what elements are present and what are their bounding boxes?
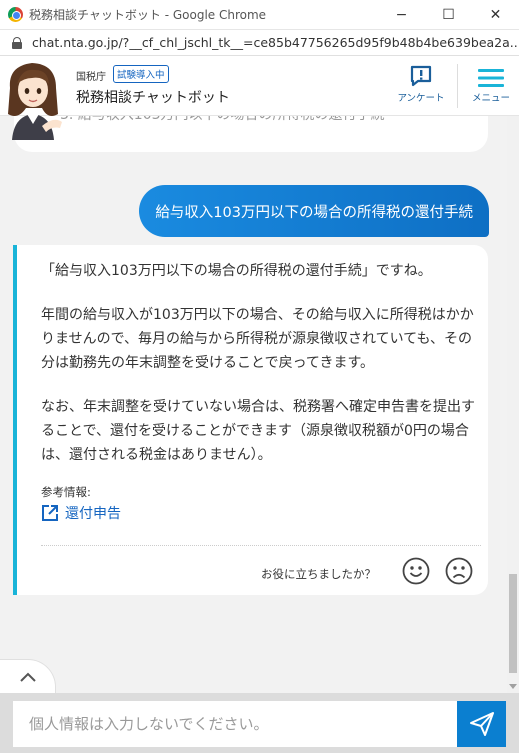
feedback-question: お役に立ちましたか？ <box>261 567 376 581</box>
chat-scrollbar[interactable] <box>507 116 519 693</box>
window-controls: − ☐ ✕ <box>378 0 519 30</box>
survey-button[interactable]: アンケート <box>396 62 446 110</box>
message-input-bar <box>0 693 519 753</box>
url-text[interactable]: chat.nta.go.jp/?__cf_chl_jschl_tk__=ce85… <box>32 35 519 50</box>
close-button[interactable]: ✕ <box>472 0 519 30</box>
browser-titlebar: 税務相談チャットボット - Google Chrome − ☐ ✕ <box>0 0 519 30</box>
scroll-thumb[interactable] <box>509 574 517 673</box>
user-message-bubble: 給与収入103万円以下の場合の所得税の還付手続 <box>139 185 489 237</box>
answer-paragraph: 年間の給与収入が103万円以下の場合、その給与収入に所得税はかかりませんので、毎… <box>41 307 474 371</box>
lock-icon[interactable] <box>12 36 22 49</box>
bot-answer-card: 「給与収入103万円以下の場合の所得税の還付手続」ですね。 年間の給与収入が10… <box>13 245 488 595</box>
reference-label: 参考情報: <box>41 485 91 499</box>
trial-badge: 試験導入中 <box>113 65 169 83</box>
answer-paragraph: 「給与収入103万円以下の場合の所得税の還付手続」ですね。 <box>41 263 432 279</box>
agency-label: 国税庁 <box>76 72 106 83</box>
card-divider <box>41 545 481 546</box>
reference-link-text: 還付申告 <box>65 506 121 522</box>
chrome-icon <box>8 7 23 22</box>
reference-link[interactable]: 還付申告 <box>41 503 121 523</box>
maximize-button[interactable]: ☐ <box>425 0 472 30</box>
previous-option-item[interactable]: 3. 給与収入103万円以下の場合の所得税の還付手続 <box>60 116 385 124</box>
menu-button[interactable]: メニュー <box>466 62 516 110</box>
header-divider <box>457 64 458 108</box>
answer-paragraph: なお、年末調整を受けていない場合は、税務署へ確定申告書を提出することで、還付を受… <box>41 399 475 463</box>
minimize-button[interactable]: − <box>378 0 425 30</box>
hamburger-menu-icon <box>478 69 504 87</box>
assistant-avatar <box>8 63 62 140</box>
window-title: 税務相談チャットボット - Google Chrome <box>29 8 267 22</box>
smile-icon[interactable] <box>402 557 430 585</box>
address-bar[interactable]: chat.nta.go.jp/?__cf_chl_jschl_tk__=ce85… <box>0 30 519 56</box>
scroll-down-arrow-icon[interactable] <box>509 684 517 689</box>
send-paper-plane-icon <box>469 712 494 736</box>
previous-options-card: 3. 給与収入103万円以下の場合の所得税の還付手続 <box>14 116 488 152</box>
survey-icon <box>410 65 432 87</box>
app-title: 税務相談チャットボット <box>76 90 230 106</box>
survey-label: アンケート <box>397 93 445 104</box>
message-input[interactable] <box>13 701 457 747</box>
send-button[interactable] <box>457 701 506 747</box>
menu-label: メニュー <box>471 93 510 104</box>
chat-area[interactable]: 3. 給与収入103万円以下の場合の所得税の還付手続 給与収入103万円以下の場… <box>0 116 507 693</box>
frown-icon[interactable] <box>445 557 473 585</box>
chevron-up-icon <box>19 672 36 682</box>
external-link-icon <box>42 505 58 521</box>
app-header: 国税庁 試験導入中 税務相談チャットボット アンケート メニュー <box>0 56 519 140</box>
